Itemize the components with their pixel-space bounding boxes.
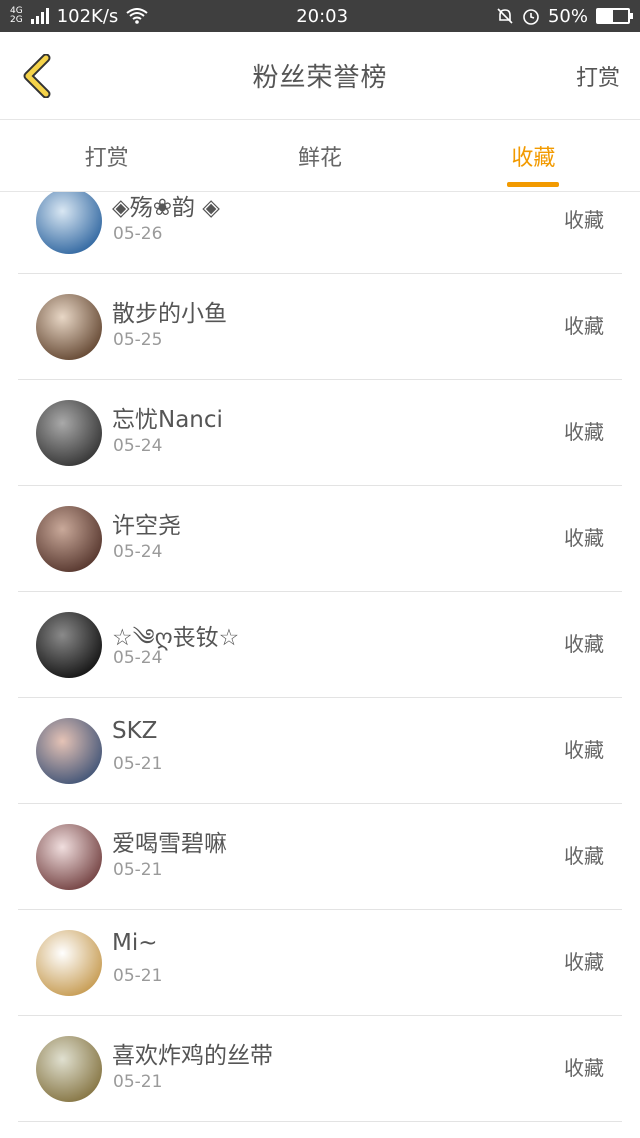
tab-reward[interactable]: 打赏 xyxy=(0,120,213,191)
clock: 20:03 xyxy=(296,5,349,27)
favorite-label: 收藏 xyxy=(564,314,604,338)
date-label: 05-21 xyxy=(113,966,163,986)
battery-percent: 50% xyxy=(547,5,588,27)
avatar[interactable] xyxy=(36,824,102,890)
avatar[interactable] xyxy=(36,506,102,572)
favorite-label: 收藏 xyxy=(564,950,604,974)
list-item[interactable]: 忘忧Nanci 05-24 收藏 xyxy=(18,380,622,486)
tab-bar: 打赏 鲜花 收藏 xyxy=(0,120,640,192)
user-name: 喜欢炸鸡的丝带 xyxy=(112,1043,273,1069)
user-name: 许空尧 xyxy=(112,513,181,539)
date-label: 05-21 xyxy=(113,754,163,774)
reward-button[interactable]: 打赏 xyxy=(576,60,620,92)
status-bar: 4G 2G 102K/s 20:03 50% xyxy=(0,0,640,32)
favorite-label: 收藏 xyxy=(564,420,604,444)
date-label: 05-21 xyxy=(113,860,163,880)
favorite-label: 收藏 xyxy=(564,738,604,762)
date-label: 05-24 xyxy=(113,436,163,456)
fan-list: ◈殇❀韵 ◈ 05-26 收藏 散步的小鱼 05-25 收藏 忘忧Nanci 05-24 收藏许… xyxy=(0,192,640,1138)
list-item[interactable]: 喜欢炸鸡的丝带 05-21 收藏 xyxy=(18,1016,622,1122)
bell-muted-icon xyxy=(497,8,513,24)
tab-favorites[interactable]: 收藏 xyxy=(427,120,640,191)
list-item[interactable]: 爱喝雪碧嘛 05-21 收藏 xyxy=(18,804,622,910)
avatar[interactable] xyxy=(36,192,102,254)
list-item[interactable]: ◈殇❀韵 ◈ 05-26 收藏 xyxy=(18,192,622,274)
favorite-label: 收藏 xyxy=(564,208,604,232)
favorite-label: 收藏 xyxy=(564,844,604,868)
avatar[interactable] xyxy=(36,1036,102,1102)
page-title: 粉丝荣誉榜 xyxy=(252,63,388,93)
avatar[interactable] xyxy=(36,612,102,678)
user-name: ◈殇❀韵 ◈ xyxy=(112,195,220,221)
date-label: 05-21 xyxy=(113,1072,163,1092)
favorite-label: 收藏 xyxy=(564,1056,604,1080)
avatar[interactable] xyxy=(36,294,102,360)
user-name: 爱喝雪碧嘛 xyxy=(112,831,227,857)
battery-icon xyxy=(595,8,633,24)
favorite-label: 收藏 xyxy=(564,526,604,550)
network-type: 4G 2G xyxy=(10,7,23,25)
avatar[interactable] xyxy=(36,718,102,784)
alarm-icon xyxy=(523,9,539,25)
network-bottom: 2G xyxy=(10,15,23,25)
status-left: 4G 2G 102K/s xyxy=(10,6,148,27)
list-item[interactable]: 许空尧 05-24 收藏 xyxy=(18,486,622,592)
avatar[interactable] xyxy=(36,400,102,466)
date-label: 05-24 xyxy=(113,542,163,562)
wifi-icon xyxy=(126,8,148,24)
user-name: 散步的小鱼 xyxy=(112,301,227,327)
list-item[interactable]: ☆༄ღ丧钕☆ 05-24 收藏 xyxy=(18,592,622,698)
user-name: 忘忧Nanci xyxy=(112,407,223,433)
list-item[interactable]: 散步的小鱼 05-25 收藏 xyxy=(18,274,622,380)
date-label: 05-26 xyxy=(113,224,163,244)
favorite-label: 收藏 xyxy=(564,632,604,656)
signal-icon xyxy=(30,8,49,24)
battery-fill xyxy=(597,10,613,22)
tab-flowers[interactable]: 鲜花 xyxy=(213,120,426,191)
status-right: 50% xyxy=(496,5,633,27)
list-item[interactable]: SKZ 05-21 收藏 xyxy=(18,698,622,804)
list-item[interactable]: Mi~ 05-21 收藏 xyxy=(18,910,622,1016)
app-header: 粉丝荣誉榜 打赏 xyxy=(0,32,640,120)
user-name: Mi~ xyxy=(112,930,158,956)
network-speed: 102K/s xyxy=(56,5,119,27)
avatar[interactable] xyxy=(36,930,102,996)
date-label: 05-25 xyxy=(113,330,163,350)
date-label: 05-24 xyxy=(113,648,163,668)
user-name: SKZ xyxy=(112,718,158,744)
